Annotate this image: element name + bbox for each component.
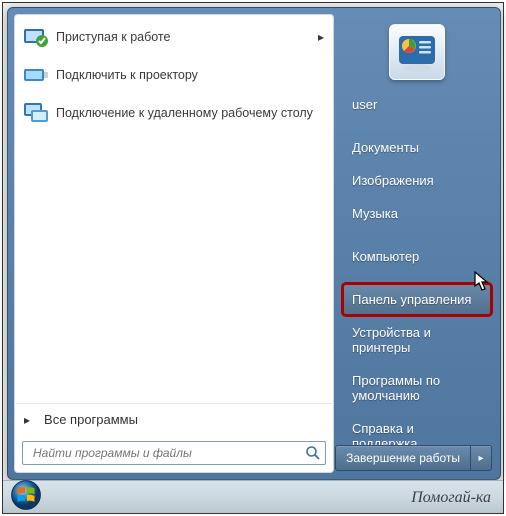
program-item-label: Подключение к удаленному рабочему столу — [56, 106, 326, 121]
right-item-pictures[interactable]: Изображения — [342, 164, 492, 197]
right-item-user[interactable]: user — [342, 88, 492, 121]
all-programs[interactable]: ▸ Все программы — [14, 403, 334, 435]
right-item-documents[interactable]: Документы — [342, 131, 492, 164]
program-list: Приступая к работе Подключить к проектор… — [14, 14, 334, 403]
user-avatar[interactable] — [389, 24, 445, 80]
shutdown-menu-arrow[interactable]: ▸ — [470, 446, 491, 470]
program-item-getting-started[interactable]: Приступая к работе — [14, 18, 334, 56]
start-menu: Приступая к работе Подключить к проектор… — [7, 7, 501, 480]
search-icon — [305, 445, 321, 461]
program-item-connect-projector[interactable]: Подключить к проектору — [14, 56, 334, 94]
right-item-default-programs[interactable]: Программы по умолчанию — [342, 364, 492, 412]
program-item-remote-desktop[interactable]: Подключение к удаленному рабочему столу — [14, 94, 334, 132]
projector-icon — [22, 61, 50, 89]
right-item-computer[interactable]: Компьютер — [342, 240, 492, 273]
shutdown-area: Завершение работы ▸ — [335, 445, 492, 471]
control-panel-icon — [395, 30, 439, 74]
program-item-label: Подключить к проектору — [56, 68, 326, 83]
right-item-music[interactable]: Музыка — [342, 197, 492, 230]
shutdown-button[interactable]: Завершение работы ▸ — [335, 445, 492, 471]
chevron-right-icon: ▸ — [24, 413, 30, 427]
taskbar: Помогай-ка — [3, 480, 503, 513]
right-item-devices-printers[interactable]: Устройства и принтеры — [342, 316, 492, 364]
all-programs-label: Все программы — [44, 412, 138, 427]
remote-desktop-icon — [22, 99, 50, 127]
search-box[interactable] — [22, 441, 326, 465]
right-item-control-panel[interactable]: Панель управления — [342, 283, 492, 316]
start-menu-left-panel: Приступая к работе Подключить к проектор… — [14, 14, 334, 473]
search-input[interactable] — [31, 445, 305, 461]
getting-started-icon — [22, 23, 50, 51]
watermark-text: Помогай-ка — [411, 489, 491, 507]
shutdown-label: Завершение работы — [336, 446, 470, 470]
program-item-label: Приступая к работе — [56, 30, 326, 45]
search-wrap — [14, 435, 334, 473]
start-orb[interactable] — [9, 478, 43, 512]
start-menu-right-panel: user Документы Изображения Музыка Компью… — [340, 14, 494, 473]
screenshot-frame: Приступая к работе Подключить к проектор… — [2, 2, 504, 514]
